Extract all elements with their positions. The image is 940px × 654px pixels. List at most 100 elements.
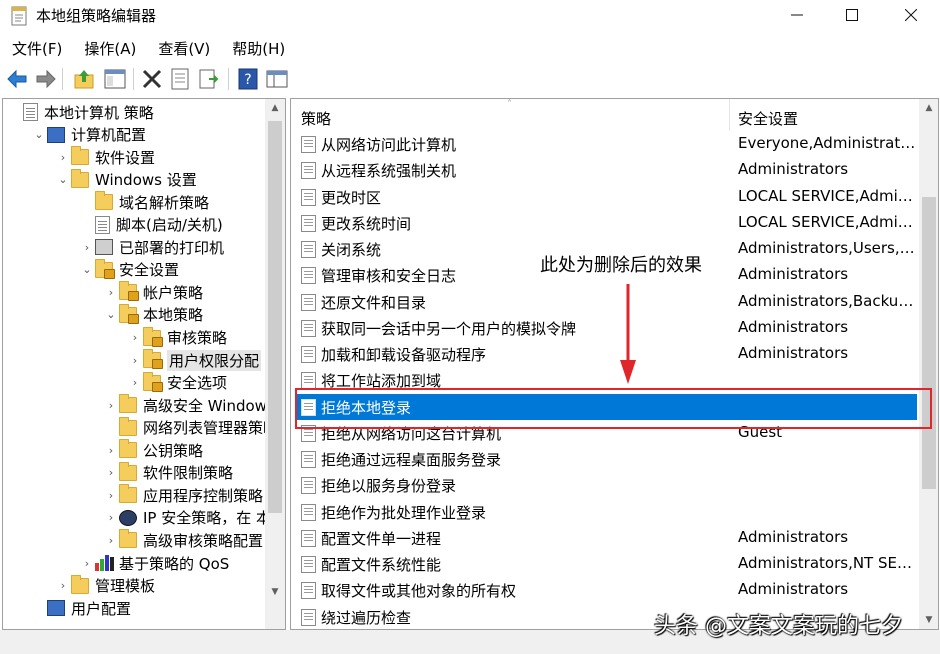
tree-item[interactable]: › 软件限制策略 xyxy=(103,461,233,484)
list-row[interactable]: 加载和卸载设备驱动程序 Administrators xyxy=(291,341,919,367)
expand-chevron-icon[interactable]: › xyxy=(127,331,143,344)
tree-item[interactable]: › 帐户策略 xyxy=(103,281,203,303)
list-row[interactable]: 从远程系统强制关机 Administrators xyxy=(291,157,919,183)
column-divider[interactable] xyxy=(729,99,730,131)
tree-item[interactable]: › IP 安全策略，在 本地 xyxy=(103,507,265,529)
scroll-down-arrow-icon[interactable]: ▼ xyxy=(919,611,938,629)
menu-help[interactable]: 帮助(H) xyxy=(220,35,295,61)
list-row[interactable]: 获取同一会话中另一个用户的模拟令牌 Administrators xyxy=(291,315,919,341)
back-arrow-icon[interactable] xyxy=(6,67,30,91)
tree-item[interactable]: › 软件设置 xyxy=(55,146,155,168)
list-row[interactable]: 更改系统时间 LOCAL SERVICE,Admini... xyxy=(291,210,919,236)
expand-chevron-icon[interactable]: › xyxy=(103,534,119,547)
list-row[interactable]: 更改时区 LOCAL SERVICE,Admini... xyxy=(291,184,919,210)
tree-item-label: 本地策略 xyxy=(143,306,204,325)
svg-text:?: ? xyxy=(244,72,251,88)
scroll-thumb[interactable] xyxy=(922,197,936,489)
tree-item[interactable]: › 高级审核策略配置 xyxy=(103,529,263,551)
help-icon[interactable]: ? xyxy=(236,67,260,91)
toolbar-separator xyxy=(228,68,229,90)
expand-chevron-icon[interactable]: › xyxy=(55,151,71,164)
list-row[interactable]: 拒绝作为批处理作业登录 xyxy=(291,499,919,525)
expand-chevron-icon[interactable]: › xyxy=(127,354,143,367)
tree-item[interactable]: 本地计算机 策略 xyxy=(7,101,154,123)
expand-chevron-icon[interactable]: › xyxy=(103,399,119,412)
security-folder-icon xyxy=(143,371,163,392)
tree-item[interactable]: › 应用程序控制策略 xyxy=(103,484,263,506)
column-header-policy[interactable]: 策略 xyxy=(301,108,331,129)
list-row[interactable]: 取得文件或其他对象的所有权 Administrators xyxy=(291,577,919,603)
tree-item[interactable]: › 管理模板 xyxy=(55,574,155,597)
list-scrollbar[interactable]: ▲ ▼ xyxy=(919,99,938,629)
menu-view[interactable]: 查看(V) xyxy=(146,35,220,61)
collapse-chevron-icon[interactable]: ⌄ xyxy=(31,128,47,141)
maximize-button[interactable] xyxy=(825,0,879,30)
policy-icon xyxy=(301,529,316,547)
list-row[interactable]: 拒绝通过远程桌面服务登录 xyxy=(291,446,919,472)
expand-chevron-icon[interactable]: › xyxy=(127,376,143,389)
tree-item[interactable]: ⌄ Windows 设置 xyxy=(55,168,197,191)
tree-scrollbar[interactable]: ▲ ▼ xyxy=(265,99,285,629)
column-header-setting[interactable]: 安全设置 xyxy=(738,108,798,129)
collapse-chevron-icon[interactable]: ⌄ xyxy=(103,308,119,321)
list-pane: 策略 ˄ 安全设置 从网络访问此计算机 Everyone,Administrato… xyxy=(290,98,939,630)
expand-chevron-icon[interactable]: › xyxy=(103,444,119,457)
scroll-up-arrow-icon[interactable]: ▲ xyxy=(265,99,285,117)
tree-item[interactable]: › 用户权限分配 xyxy=(127,349,262,371)
tree-item[interactable]: ⌄ 安全设置 xyxy=(79,258,179,281)
policy-name: 从远程系统强制关机 xyxy=(321,162,457,181)
menu-action[interactable]: 操作(A) xyxy=(72,35,146,61)
list-row[interactable]: 配置文件单一进程 Administrators xyxy=(291,525,919,551)
collapse-chevron-icon[interactable]: ⌄ xyxy=(55,173,71,186)
expand-chevron-icon[interactable]: › xyxy=(103,286,119,299)
list-row[interactable]: 配置文件系统性能 Administrators,NT SER... xyxy=(291,551,919,577)
tree-item[interactable]: › 已部署的打印机 xyxy=(79,236,224,258)
maximize-icon xyxy=(846,9,858,21)
tree-item[interactable]: › 基于策略的 QoS xyxy=(79,552,229,574)
expand-chevron-icon[interactable]: › xyxy=(103,466,119,479)
expand-chevron-icon[interactable]: › xyxy=(79,557,95,570)
tree-item[interactable]: ⌄ 本地策略 xyxy=(103,303,204,326)
expand-chevron-icon[interactable]: › xyxy=(79,241,95,254)
list-row[interactable]: 从网络访问此计算机 Everyone,Administrator... xyxy=(291,131,919,157)
tree-item[interactable]: › 公钥策略 xyxy=(103,439,203,461)
menu-file[interactable]: 文件(F) xyxy=(0,35,72,61)
folder-icon xyxy=(119,484,137,504)
scroll-up-arrow-icon[interactable]: ▲ xyxy=(919,99,938,117)
expand-chevron-icon[interactable]: › xyxy=(103,489,119,502)
tree-item[interactable]: 脚本(启动/关机) xyxy=(79,214,223,236)
security-setting-value: Administrators xyxy=(738,160,849,179)
show-tree-icon[interactable] xyxy=(103,67,127,91)
tree-item-label: 脚本(启动/关机) xyxy=(116,216,223,235)
list-row[interactable]: 还原文件和目录 Administrators,Backup ... xyxy=(291,289,919,315)
up-folder-icon[interactable] xyxy=(72,67,96,91)
console-view-icon[interactable] xyxy=(265,67,289,91)
tree-item[interactable]: ⌄ 计算机配置 xyxy=(31,124,146,146)
export-list-icon[interactable] xyxy=(197,67,221,91)
list-row[interactable]: 拒绝以服务身份登录 xyxy=(291,472,919,498)
scroll-thumb[interactable] xyxy=(268,121,282,513)
expand-chevron-icon[interactable]: › xyxy=(103,511,119,524)
folder-icon xyxy=(119,416,137,436)
properties-icon[interactable] xyxy=(168,67,192,91)
scroll-down-arrow-icon[interactable]: ▼ xyxy=(265,583,285,601)
expand-chevron-icon[interactable]: › xyxy=(55,579,71,592)
minimize-button[interactable] xyxy=(770,0,824,30)
close-button[interactable] xyxy=(884,0,938,30)
policy-name: 配置文件单一进程 xyxy=(321,529,442,548)
forward-arrow-icon[interactable] xyxy=(33,67,57,91)
tree-item[interactable]: › 高级安全 Windows D xyxy=(103,394,265,416)
security-setting-value: Everyone,Administrator... xyxy=(738,134,916,152)
policy-tree: 本地计算机 策略 ⌄ 计算机配置 › 软件设置 ⌄ Windows 设置 域名解析策略脚本(启… xyxy=(3,99,265,629)
tree-item-label: 计算机配置 xyxy=(71,126,147,145)
menu-bar: 文件(F) 操作(A) 查看(V) 帮助(H) xyxy=(0,35,940,61)
tree-item[interactable]: 用户配置 xyxy=(31,597,131,619)
tree-item[interactable]: › 安全选项 xyxy=(127,371,227,394)
tree-item[interactable]: 域名解析策略 xyxy=(79,191,209,213)
minimize-icon xyxy=(791,14,803,16)
tree-item[interactable]: 网络列表管理器策略 xyxy=(103,416,265,439)
policy-icon xyxy=(301,267,316,285)
delete-icon[interactable] xyxy=(140,67,164,91)
tree-item[interactable]: › 审核策略 xyxy=(127,326,227,349)
collapse-chevron-icon[interactable]: ⌄ xyxy=(79,263,95,276)
